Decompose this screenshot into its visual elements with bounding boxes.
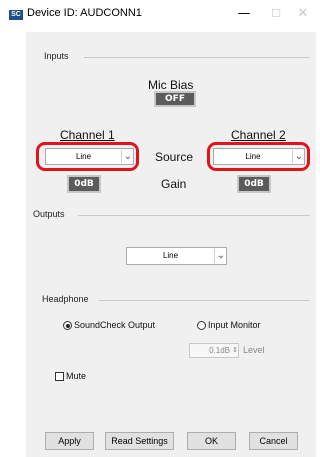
channel2-gain-button[interactable]: 0dB [237, 175, 271, 193]
title-bar: SC Device ID: AUDCONN1 — ☐ ✕ [0, 0, 318, 30]
ok-button[interactable]: OK [187, 432, 236, 450]
inputs-section-label: Inputs [44, 51, 69, 61]
channel1-label: Channel 1 [60, 128, 115, 142]
channel2-source-select[interactable]: Line ⌄ [213, 148, 305, 165]
close-icon[interactable]: ✕ [285, 0, 320, 30]
outputs-divider [78, 215, 310, 216]
channel1-source-value: Line [75, 152, 92, 161]
channel1-source-select[interactable]: Line ⌄ [45, 148, 134, 165]
app-logo-icon: SC [9, 10, 23, 20]
level-value: 0.1dB [209, 346, 230, 355]
channel1-gain-button[interactable]: 0dB [67, 175, 101, 193]
mute-checkbox[interactable] [55, 372, 64, 381]
apply-button[interactable]: Apply [45, 432, 94, 450]
outputs-select[interactable]: Line ⌄ [126, 247, 227, 265]
radio-selected-dot [65, 323, 70, 328]
chevron-down-icon[interactable]: ⌄ [214, 249, 227, 263]
mic-bias-toggle-button[interactable]: OFF [154, 91, 196, 107]
outputs-section-label: Outputs [33, 209, 65, 219]
mute-label[interactable]: Mute [66, 371, 86, 381]
device-dialog-window: SC Device ID: AUDCONN1 — ☐ ✕ Inputs Mic … [0, 0, 318, 457]
read-settings-button[interactable]: Read Settings [105, 432, 174, 450]
outputs-value: Line [162, 251, 179, 260]
soundcheck-output-radio[interactable] [63, 321, 72, 330]
chevron-down-icon[interactable]: ⌄ [121, 150, 134, 163]
level-spinbox[interactable]: 0.1dB ⇕ [189, 343, 239, 358]
input-monitor-radio[interactable] [197, 321, 206, 330]
spin-arrows-icon[interactable]: ⇕ [231, 344, 239, 357]
input-monitor-label[interactable]: Input Monitor [208, 320, 261, 330]
minimize-icon[interactable]: — [226, 0, 262, 30]
window-title: Device ID: AUDCONN1 [27, 7, 142, 19]
channel2-source-value: Line [245, 152, 261, 161]
headphone-divider [99, 300, 310, 301]
cancel-button[interactable]: Cancel [249, 432, 298, 450]
chevron-down-icon[interactable]: ⌄ [292, 150, 305, 163]
source-label: Source [155, 150, 194, 164]
gain-label: Gain [161, 177, 187, 191]
channel2-label: Channel 2 [231, 128, 286, 142]
soundcheck-output-label[interactable]: SoundCheck Output [74, 320, 155, 330]
inputs-divider [84, 57, 310, 58]
headphone-section-label: Headphone [42, 294, 89, 304]
level-label: Level [243, 345, 265, 355]
mic-bias-label: Mic Bias [148, 78, 194, 92]
